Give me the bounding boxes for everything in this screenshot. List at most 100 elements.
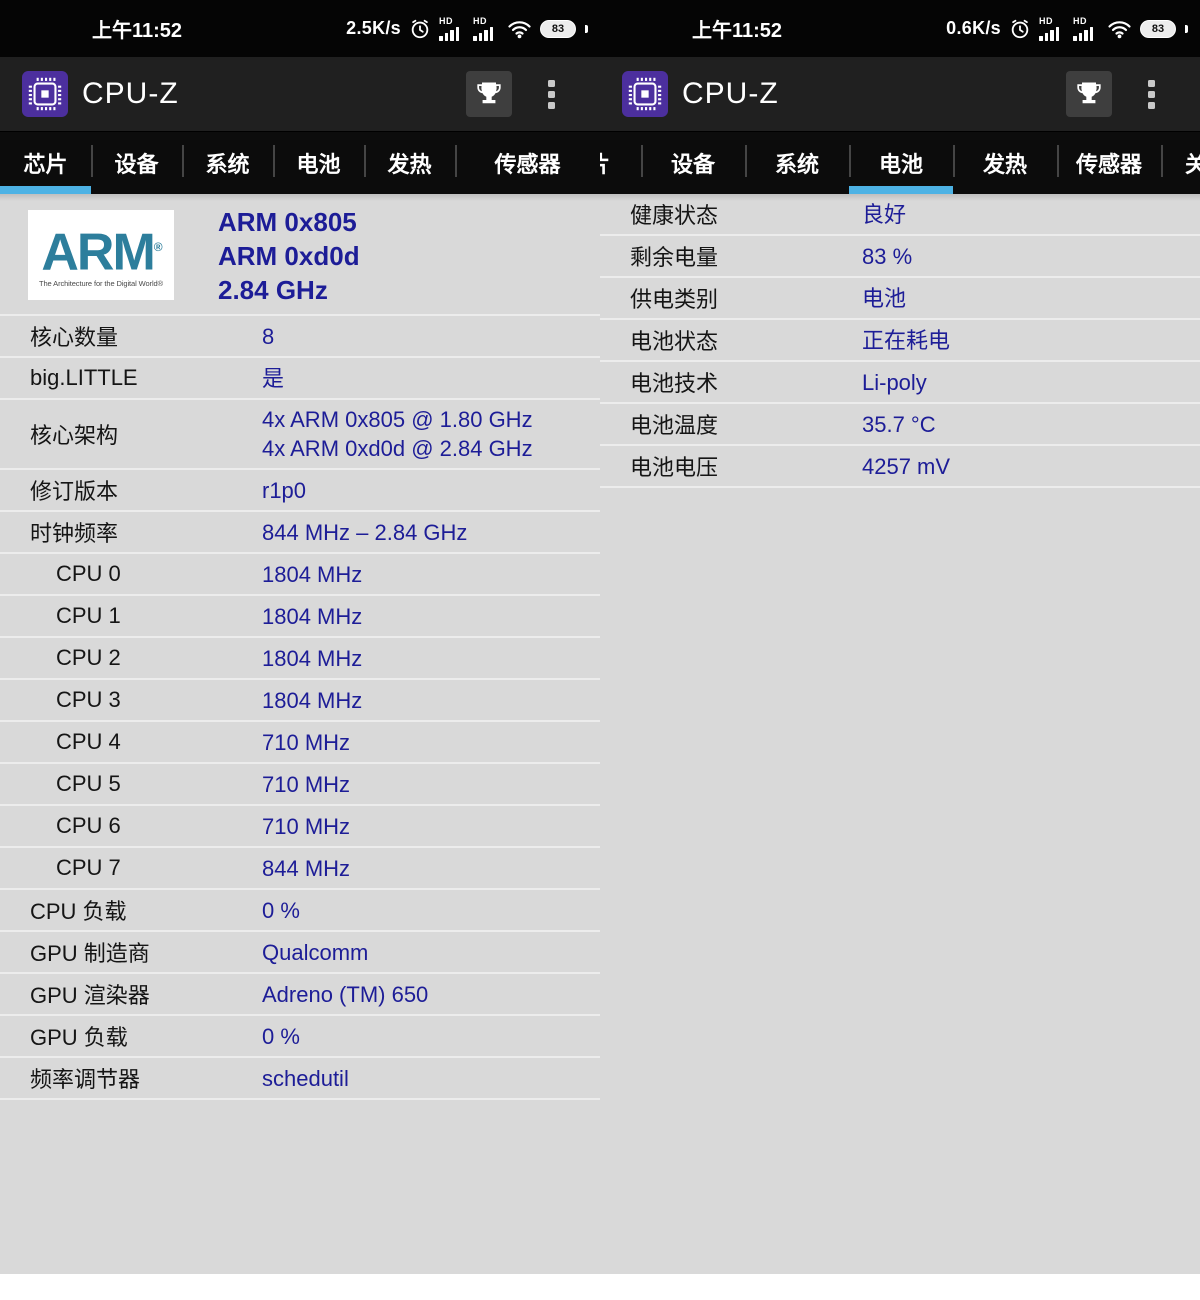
info-row: CPU 7 844 MHz: [0, 848, 600, 890]
row-value: 710 MHz: [262, 728, 350, 757]
status-bar: 上午11:52 0.6K/s HD HD: [600, 0, 1200, 57]
row-value: 710 MHz: [262, 812, 350, 841]
tab[interactable]: 电池: [849, 132, 953, 194]
info-row: CPU 0 1804 MHz: [0, 554, 600, 596]
row-value: 1804 MHz: [262, 560, 362, 589]
tab-label: 系统: [205, 147, 249, 179]
tab[interactable]: 系统: [182, 132, 273, 194]
row-value: 83 %: [862, 242, 912, 271]
tab-label: 传感器: [494, 147, 560, 179]
info-row: GPU 渲染器 Adreno (TM) 650: [0, 974, 600, 1016]
row-value: 电池: [862, 284, 906, 313]
info-row: CPU 2 1804 MHz: [0, 638, 600, 680]
row-value: 4x ARM 0x805 @ 1.80 GHz 4x ARM 0xd0d @ 2…: [262, 405, 533, 463]
tab[interactable]: 芯片: [0, 132, 91, 194]
battery-icon: 83: [540, 20, 576, 38]
tab-label: 电池: [296, 147, 340, 179]
tab[interactable]: 发热: [953, 132, 1057, 194]
alarm-icon: [1009, 18, 1031, 40]
battery-percent: 83: [1152, 23, 1164, 35]
row-label: GPU 渲染器: [30, 978, 262, 1010]
trophy-button[interactable]: [466, 71, 512, 117]
status-bar: 上午11:52 2.5K/s HD HD: [0, 0, 600, 57]
tab[interactable]: 发热: [364, 132, 455, 194]
row-label: GPU 负载: [30, 1020, 262, 1052]
signal-hd-icon: HD: [439, 17, 465, 41]
info-row: big.LITTLE 是: [0, 358, 600, 400]
row-value: Adreno (TM) 650: [262, 980, 428, 1009]
row-label: CPU 7: [30, 855, 262, 881]
info-row: GPU 负载 0 %: [0, 1016, 600, 1058]
row-value: 8: [262, 322, 274, 351]
tab[interactable]: 电池: [273, 132, 364, 194]
row-value: 1804 MHz: [262, 644, 362, 673]
info-row: CPU 5 710 MHz: [0, 764, 600, 806]
tab[interactable]: 传感器: [455, 132, 600, 194]
tab[interactable]: 系统: [745, 132, 849, 194]
row-label: CPU 5: [30, 771, 262, 797]
tab-label: 传感器: [1076, 147, 1142, 179]
app-bar: CPU-Z: [600, 57, 1200, 132]
tab-label: 芯片: [23, 147, 67, 179]
row-label: CPU 1: [30, 603, 262, 629]
row-value: 1804 MHz: [262, 686, 362, 715]
info-row: CPU 负载 0 %: [0, 890, 600, 932]
overflow-menu-button[interactable]: [548, 80, 555, 109]
info-row: 频率调节器 schedutil: [0, 1058, 600, 1100]
network-speed: 0.6K/s: [946, 18, 1001, 39]
row-value: 4257 mV: [862, 452, 950, 481]
tab[interactable]: 设备: [91, 132, 182, 194]
row-label: 供电类别: [630, 282, 862, 314]
row-label: GPU 制造商: [30, 936, 262, 968]
info-row: CPU 3 1804 MHz: [0, 680, 600, 722]
tab[interactable]: 片: [600, 132, 641, 194]
row-label: CPU 2: [30, 645, 262, 671]
row-label: 核心数量: [30, 320, 262, 352]
overflow-menu-icon: [548, 80, 555, 109]
alarm-icon: [409, 18, 431, 40]
row-label: 电池技术: [630, 366, 862, 398]
trophy-icon: [1075, 79, 1103, 110]
info-row: 剩余电量 83 %: [600, 236, 1200, 278]
tab[interactable]: 关: [1161, 132, 1200, 194]
tab[interactable]: 传感器: [1057, 132, 1161, 194]
row-label: 频率调节器: [30, 1062, 262, 1094]
chip-info-table: 核心数量 8 big.LITTLE 是 核心架构 4x ARM 0x805 @ …: [0, 316, 600, 1100]
row-label: CPU 4: [30, 729, 262, 755]
row-label: 电池温度: [630, 408, 862, 440]
info-row: 核心数量 8: [0, 316, 600, 358]
trophy-button[interactable]: [1066, 71, 1112, 117]
signal-hd-icon: HD: [1039, 17, 1065, 41]
battery-icon: 83: [1140, 20, 1176, 38]
info-row: 健康状态 良好: [600, 194, 1200, 236]
tab-label: 电池: [879, 147, 923, 179]
row-label: big.LITTLE: [30, 365, 262, 391]
battery-tab-content: 健康状态 良好 剩余电量 83 % 供电类别 电池 电池状态 正在耗电 电池技术…: [600, 194, 1200, 1274]
tab-label: 发热: [983, 147, 1027, 179]
row-value: r1p0: [262, 476, 306, 505]
overflow-menu-button[interactable]: [1148, 80, 1155, 109]
clock-time: 上午11:52: [92, 14, 182, 43]
chip-tab-content: ARM® The Architecture for the Digital Wo…: [0, 194, 600, 1274]
clock-time: 上午11:52: [692, 14, 782, 43]
tab-label: 发热: [387, 147, 431, 179]
tab[interactable]: 设备: [641, 132, 745, 194]
info-row: 核心架构 4x ARM 0x805 @ 1.80 GHz 4x ARM 0xd0…: [0, 400, 600, 470]
cpu-chip-app-icon: [22, 71, 68, 117]
overflow-menu-icon: [1148, 80, 1155, 109]
battery-info-table: 健康状态 良好 剩余电量 83 % 供电类别 电池 电池状态 正在耗电 电池技术…: [600, 194, 1200, 488]
tab-bar: 芯片 设备 系统 电池 发热 传感器: [0, 132, 600, 194]
arm-logo: ARM® The Architecture for the Digital Wo…: [28, 210, 174, 300]
row-label: CPU 0: [30, 561, 262, 587]
cpu-chip-app-icon: [622, 71, 668, 117]
row-value: 1804 MHz: [262, 602, 362, 631]
wifi-icon: [507, 19, 532, 39]
info-row: 修订版本 r1p0: [0, 470, 600, 512]
trophy-icon: [475, 79, 503, 110]
row-label: CPU 6: [30, 813, 262, 839]
row-label: 时钟频率: [30, 516, 262, 548]
row-value: 0 %: [262, 896, 300, 925]
row-value: Li-poly: [862, 368, 927, 397]
row-label: 电池状态: [630, 324, 862, 356]
row-label: 剩余电量: [630, 240, 862, 272]
